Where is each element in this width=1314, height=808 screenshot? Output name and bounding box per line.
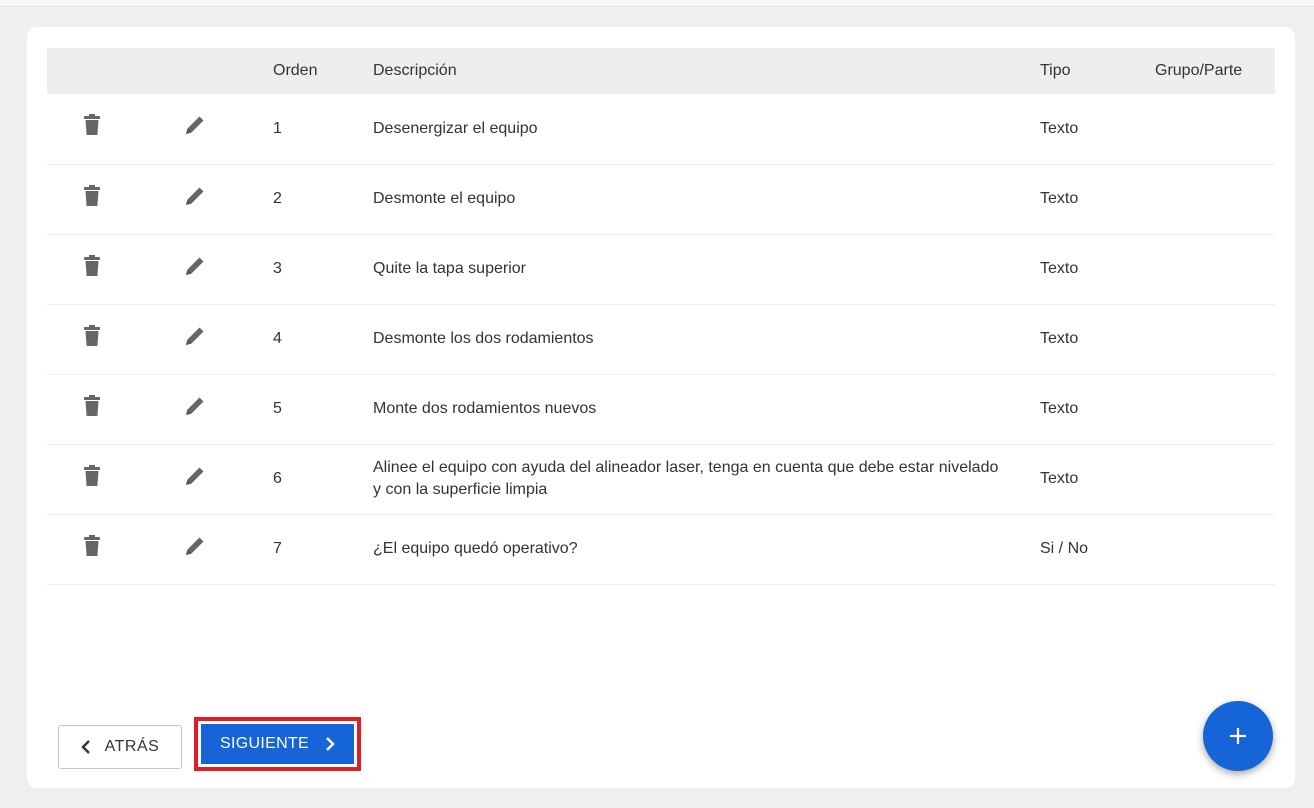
edit-cell — [140, 444, 273, 515]
type-cell: Texto — [1040, 304, 1155, 375]
delete-cell — [47, 234, 140, 305]
edit-cell — [140, 94, 273, 165]
steps-table: Orden Descripción Tipo Grupo/Parte 1 Dese… — [47, 48, 1275, 585]
trash-icon[interactable] — [83, 394, 101, 424]
pencil-icon[interactable] — [183, 113, 207, 144]
trash-icon[interactable] — [83, 114, 101, 143]
order-cell: 6 — [273, 444, 373, 515]
group-cell — [1155, 374, 1275, 445]
table-header-row: Orden Descripción Tipo Grupo/Parte — [47, 48, 1275, 94]
header-description: Descripción — [373, 62, 457, 79]
table-row: 2 Desmonte el equipo Texto — [47, 164, 1275, 235]
next-button-label: SIGUIENTE — [220, 735, 309, 752]
table-row: 1 Desenergizar el equipo Texto — [47, 94, 1275, 165]
next-button-highlight: SIGUIENTE — [194, 717, 361, 771]
group-cell — [1155, 164, 1275, 235]
add-step-button[interactable] — [1203, 701, 1273, 771]
group-cell — [1155, 304, 1275, 375]
order-cell: 4 — [273, 304, 373, 375]
header-delete — [47, 48, 140, 94]
type-cell: Texto — [1040, 444, 1155, 515]
table-row: 3 Quite la tapa superior Texto — [47, 234, 1275, 305]
table-row: 4 Desmonte los dos rodamientos Texto — [47, 304, 1275, 375]
header-group: Grupo/Parte — [1155, 62, 1243, 79]
group-cell — [1155, 234, 1275, 305]
delete-cell — [47, 514, 140, 585]
trash-icon[interactable] — [83, 184, 101, 214]
type-cell: Texto — [1040, 374, 1155, 445]
pencil-icon[interactable] — [183, 324, 207, 355]
order-cell: 3 — [273, 234, 373, 305]
type-cell: Texto — [1040, 164, 1155, 235]
group-cell — [1155, 444, 1275, 515]
top-divider — [0, 0, 1314, 7]
header-edit — [140, 48, 273, 94]
edit-cell — [140, 164, 273, 235]
description-cell: Desmonte los dos rodamientos — [373, 304, 1040, 375]
delete-cell — [47, 444, 140, 515]
description-cell: Alinee el equipo con ayuda del alineador… — [373, 444, 1040, 515]
chevron-right-icon — [326, 737, 335, 751]
edit-cell — [140, 234, 273, 305]
description-cell: Desmonte el equipo — [373, 164, 1040, 235]
edit-cell — [140, 514, 273, 585]
chevron-left-icon — [80, 740, 90, 754]
header-order: Orden — [273, 62, 318, 79]
back-button[interactable]: ATRÁS — [58, 725, 182, 769]
table-row: 7 ¿El equipo quedó operativo? Si / No — [47, 514, 1275, 585]
description-cell: ¿El equipo quedó operativo? — [373, 514, 1040, 585]
pencil-icon[interactable] — [183, 534, 207, 565]
table-row: 6 Alinee el equipo con ayuda del alineado… — [47, 444, 1275, 515]
next-button[interactable]: SIGUIENTE — [201, 724, 354, 764]
description-cell: Desenergizar el equipo — [373, 94, 1040, 165]
delete-cell — [47, 164, 140, 235]
pencil-icon[interactable] — [183, 254, 207, 285]
order-cell: 1 — [273, 94, 373, 165]
pencil-icon[interactable] — [183, 464, 207, 495]
steps-card: Orden Descripción Tipo Grupo/Parte 1 Dese… — [27, 27, 1295, 788]
pencil-icon[interactable] — [183, 184, 207, 215]
delete-cell — [47, 374, 140, 445]
order-cell: 7 — [273, 514, 373, 585]
delete-cell — [47, 304, 140, 375]
order-cell: 2 — [273, 164, 373, 235]
edit-cell — [140, 304, 273, 375]
trash-icon[interactable] — [83, 324, 101, 354]
edit-cell — [140, 374, 273, 445]
description-cell: Quite la tapa superior — [373, 234, 1040, 305]
table-row: 5 Monte dos rodamientos nuevos Texto — [47, 374, 1275, 445]
trash-icon[interactable] — [83, 464, 101, 494]
order-cell: 5 — [273, 374, 373, 445]
trash-icon[interactable] — [83, 254, 101, 284]
trash-icon[interactable] — [83, 534, 101, 564]
pencil-icon[interactable] — [183, 394, 207, 425]
type-cell: Si / No — [1040, 514, 1155, 585]
type-cell: Texto — [1040, 234, 1155, 305]
plus-icon — [1230, 728, 1246, 744]
back-button-label: ATRÁS — [104, 738, 160, 755]
group-cell — [1155, 514, 1275, 585]
group-cell — [1155, 94, 1275, 165]
header-type: Tipo — [1040, 62, 1071, 79]
type-cell: Texto — [1040, 94, 1155, 165]
delete-cell — [47, 94, 140, 165]
description-cell: Monte dos rodamientos nuevos — [373, 374, 1040, 445]
